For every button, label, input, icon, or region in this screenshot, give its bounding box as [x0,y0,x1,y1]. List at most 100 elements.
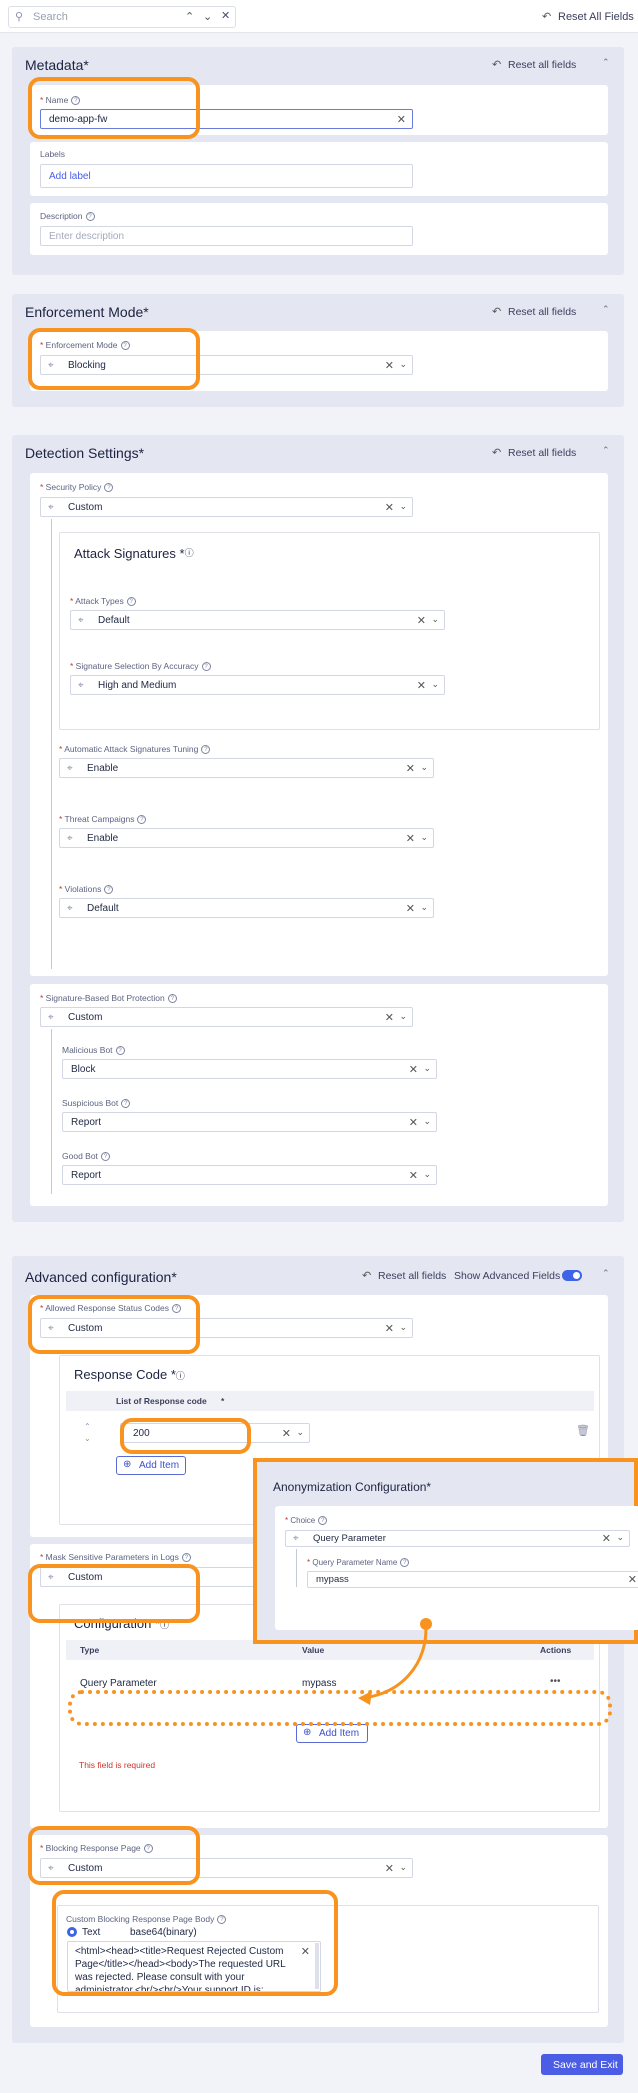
clear-icon[interactable]: ✕ [385,1011,394,1024]
suspicious-bot-select[interactable]: Report ✕ ⌄ [62,1112,437,1132]
attack-types-select[interactable]: ⌖ Default ✕ ⌄ [70,610,445,630]
clear-icon[interactable]: ✕ [406,832,415,845]
drag-icon: ⌖ [293,1533,299,1544]
show-advanced-label: Show Advanced Fields [454,1270,561,1282]
search-placeholder: Search [33,11,68,23]
chevron-down-icon[interactable]: ⌄ [399,1322,407,1333]
threat-campaigns-select[interactable]: ⌖ Enable ✕ ⌄ [59,828,434,848]
clear-icon[interactable]: ✕ [385,501,394,514]
clear-icon[interactable]: ✕ [409,1063,418,1076]
add-item-button[interactable]: ⊕ Add Item [116,1456,186,1475]
enforcement-title: Enforcement Mode* [25,304,149,320]
add-item-button-2[interactable]: ⊕ Add Item [296,1724,368,1743]
clear-icon[interactable]: ✕ [385,359,394,372]
metadata-reset-button[interactable]: Reset all fields [508,59,576,71]
clear-icon[interactable]: ✕ [385,1862,394,1875]
show-advanced-toggle[interactable] [562,1270,582,1281]
top-toolbar: ⚲ Search ⌃ ⌄ ✕ ↶ Reset All Fields [0,0,638,33]
clear-icon[interactable]: ✕ [409,1169,418,1182]
row-type: Query Parameter [80,1678,157,1689]
metadata-title: Metadata* [25,57,89,73]
chevron-down-icon[interactable]: ⌄ [84,1434,91,1443]
drag-icon: ⌖ [67,763,73,774]
bot-protection-value: Custom [68,1012,103,1023]
detection-reset-button[interactable]: Reset all fields [508,447,576,459]
drag-icon: ⌖ [78,615,84,626]
clear-icon[interactable]: ✕ [406,902,415,915]
clear-icon[interactable]: ✕ [406,762,415,775]
anonymization-title: Anonymization Configuration* [273,1480,432,1494]
chevron-down-icon[interactable]: ⌄ [420,832,428,843]
chevron-down-icon[interactable]: ⌄ [423,1169,431,1180]
highlight-box [52,1890,338,1996]
bot-protection-select[interactable]: ⌖ Custom ✕ ⌄ [40,1007,413,1027]
tree-line [51,519,52,969]
chevron-down-icon[interactable]: ⌄ [399,1862,407,1873]
chevron-down-icon[interactable]: ⌄ [431,679,439,690]
threat-campaigns-value: Enable [87,833,119,844]
clear-icon[interactable]: ✕ [409,1116,418,1129]
chevron-up-icon[interactable]: ⌃ [602,304,610,315]
chevron-up-icon[interactable]: ⌃ [602,1268,610,1279]
search-input[interactable]: ⚲ Search ⌃ ⌄ ✕ [8,6,236,28]
chevron-down-icon[interactable]: ⌄ [296,1427,304,1438]
clear-icon[interactable]: ✕ [397,113,406,126]
chevron-up-icon[interactable]: ⌃ [602,445,610,456]
advanced-reset-button[interactable]: Reset all fields [378,1270,446,1282]
clear-icon[interactable]: ✕ [602,1532,611,1545]
suspicious-bot-value: Report [71,1117,102,1128]
chevron-down-icon[interactable]: ⌄ [203,10,212,23]
labels-label: Labels [40,149,66,159]
enforcement-reset-button[interactable]: Reset all fields [508,306,576,318]
drag-icon: ⌖ [67,903,73,914]
reset-all-fields-link[interactable]: Reset All Fields [558,11,634,23]
clear-icon[interactable]: ✕ [417,679,426,692]
chevron-up-icon[interactable]: ⌃ [602,57,610,68]
chevron-down-icon[interactable]: ⌄ [431,614,439,625]
auto-tuning-select[interactable]: ⌖ Enable ✕ ⌄ [59,758,434,778]
violations-label: * Violations? [59,884,114,895]
save-and-exit-button[interactable]: Save and Exit [541,2054,623,2075]
more-actions-icon[interactable]: ••• [550,1676,561,1687]
col-type-header: Type [80,1645,100,1655]
labels-field[interactable]: Add label [40,164,413,188]
reset-icon: ↶ [492,59,502,71]
signature-selection-select[interactable]: ⌖ High and Medium ✕ ⌄ [70,675,445,695]
description-label: Description? [40,211,95,222]
description-field[interactable]: Enter description [40,226,413,246]
highlight-box [28,1826,200,1885]
attack-types-value: Default [98,615,130,626]
choice-label: * Choice? [285,1516,328,1526]
chevron-down-icon[interactable]: ⌄ [616,1532,624,1543]
chevron-down-icon[interactable]: ⌄ [420,902,428,913]
clear-icon[interactable]: ✕ [628,1573,637,1586]
reset-icon: ↶ [542,11,552,23]
clear-icon[interactable]: ✕ [385,1322,394,1335]
add-label-link[interactable]: Add label [49,171,91,182]
close-icon[interactable]: ✕ [221,9,230,22]
anonymization-card: * Choice? ⌖ Query Parameter ✕ ⌄ * Query … [275,1506,638,1630]
chevron-up-icon[interactable]: ⌃ [185,10,194,23]
violations-select[interactable]: ⌖ Default ✕ ⌄ [59,898,434,918]
choice-select[interactable]: ⌖ Query Parameter ✕ ⌄ [285,1530,630,1547]
chevron-down-icon[interactable]: ⌄ [399,501,407,512]
malicious-bot-select[interactable]: Block ✕ ⌄ [62,1059,437,1079]
clear-icon[interactable]: ✕ [282,1427,291,1440]
trash-icon[interactable]: 🗑 [576,1424,590,1437]
good-bot-select[interactable]: Report ✕ ⌄ [62,1165,437,1185]
tree-line [51,1029,52,1194]
chevron-up-icon[interactable]: ⌃ [84,1422,91,1431]
chevron-down-icon[interactable]: ⌄ [399,1011,407,1022]
chevron-down-icon[interactable]: ⌄ [423,1116,431,1127]
chevron-down-icon[interactable]: ⌄ [399,359,407,370]
security-policy-select[interactable]: ⌖ Custom ✕ ⌄ [40,497,413,517]
chevron-down-icon[interactable]: ⌄ [423,1063,431,1074]
add-item-label: Add Item [139,1460,180,1471]
labels-card: Labels Add label [30,142,608,196]
query-param-name-field[interactable]: mypass ✕ [307,1571,638,1588]
good-bot-value: Report [71,1170,102,1181]
chevron-down-icon[interactable]: ⌄ [420,762,428,773]
malicious-bot-value: Block [71,1064,96,1075]
clear-icon[interactable]: ✕ [417,614,426,627]
list-header-label: List of Response code [116,1396,207,1406]
